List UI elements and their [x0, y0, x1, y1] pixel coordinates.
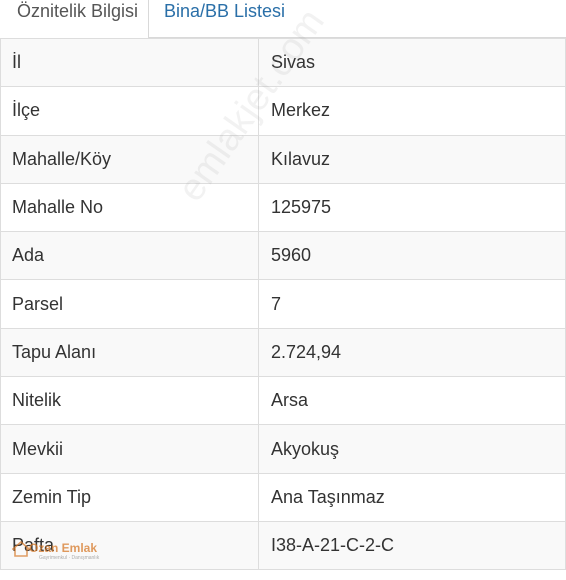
attribute-panel: Öznitelik Bilgisi Bina/BB Listesi İl Siv…: [0, 0, 566, 580]
attribute-value: 125975: [258, 182, 566, 233]
attribute-value: 5960: [258, 231, 566, 281]
attribute-value: 2.724,94: [258, 327, 566, 378]
tab-attribute-info[interactable]: Öznitelik Bilgisi: [0, 0, 149, 39]
attribute-value: Ana Taşınmaz: [258, 472, 566, 522]
attribute-key: İl: [0, 37, 259, 88]
attribute-key: Mahalle No: [0, 182, 259, 233]
table-row: Mahalle/Köy Kılavuz: [0, 134, 566, 184]
table-row: İl Sivas: [0, 37, 566, 88]
attribute-key: Parsel: [0, 279, 259, 329]
attribute-value: Merkez: [258, 86, 566, 136]
table-row: Pafta I38-A-21-C-2-C: [0, 520, 566, 571]
table-row: Zemin Tip Ana Taşınmaz: [0, 472, 566, 522]
tab-building-list[interactable]: Bina/BB Listesi: [164, 0, 285, 38]
attribute-value: Kılavuz: [258, 134, 566, 184]
table-row: Mahalle No 125975: [0, 182, 566, 233]
attribute-key: Ada: [0, 231, 259, 281]
table-row: Tapu Alanı 2.724,94: [0, 327, 566, 378]
attribute-key: Zemin Tip: [0, 472, 259, 522]
attribute-value: Sivas: [258, 37, 566, 88]
table-row: Parsel 7: [0, 279, 566, 329]
attribute-key: Pafta: [0, 520, 259, 571]
attribute-key: Mevkii: [0, 424, 259, 474]
attribute-value: Arsa: [258, 376, 566, 426]
attribute-value: Akyokuş: [258, 424, 566, 474]
attribute-key: İlçe: [0, 86, 259, 136]
attribute-key: Tapu Alanı: [0, 327, 259, 378]
attribute-key: Nitelik: [0, 376, 259, 426]
table-row: Mevkii Akyokuş: [0, 424, 566, 474]
table-row: İlçe Merkez: [0, 86, 566, 136]
table-row: Nitelik Arsa: [0, 376, 566, 426]
tab-bar: Öznitelik Bilgisi Bina/BB Listesi: [0, 0, 566, 39]
attribute-value: 7: [258, 279, 566, 329]
attribute-table: İl Sivas İlçe Merkez Mahalle/Köy Kılavuz…: [0, 37, 566, 571]
attribute-value: I38-A-21-C-2-C: [258, 520, 566, 571]
attribute-key: Mahalle/Köy: [0, 134, 259, 184]
table-row: Ada 5960: [0, 231, 566, 281]
